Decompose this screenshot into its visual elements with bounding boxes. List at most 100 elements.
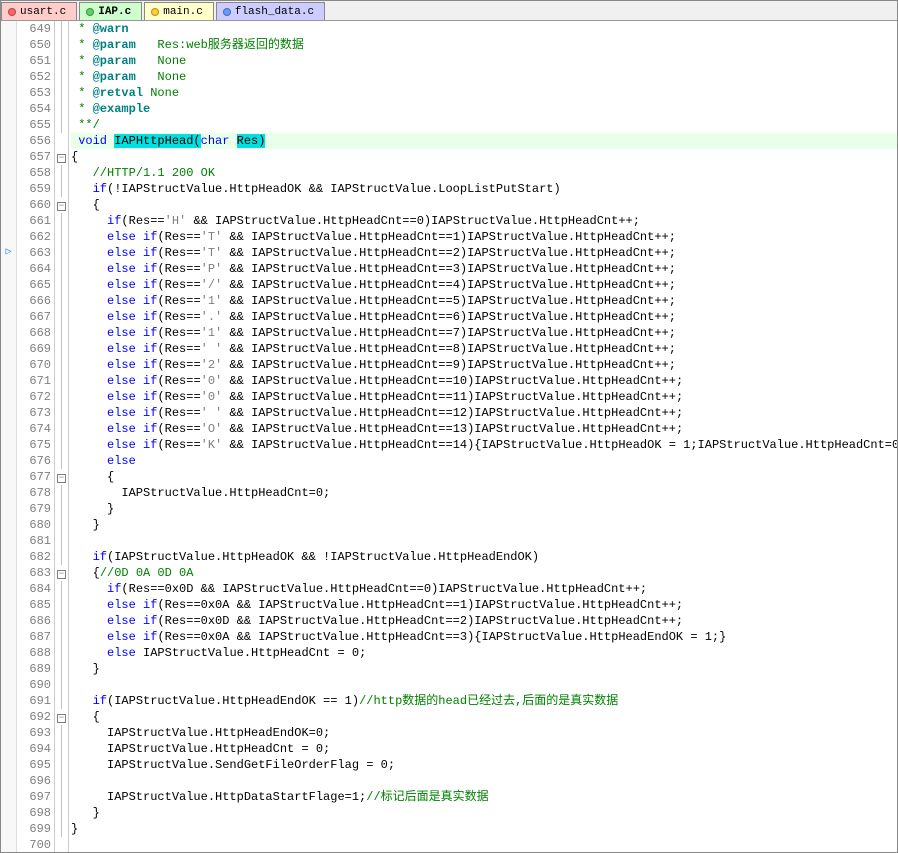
code-line[interactable]: else if(Res=='0' && IAPStructValue.HttpH… bbox=[71, 389, 897, 405]
code-line[interactable]: else if(Res=='T' && IAPStructValue.HttpH… bbox=[71, 229, 897, 245]
fold-guide bbox=[61, 341, 62, 357]
line-number: 670 bbox=[20, 357, 51, 373]
code-line[interactable]: * @retval None bbox=[71, 85, 897, 101]
breakpoint-arrow-icon[interactable]: ▷ bbox=[1, 245, 16, 261]
code-line[interactable]: else bbox=[71, 453, 897, 469]
tab-usart-c[interactable]: usart.c bbox=[1, 2, 77, 20]
code-line[interactable]: } bbox=[71, 661, 897, 677]
fold-toggle-icon[interactable]: − bbox=[57, 154, 66, 163]
line-number: 691 bbox=[20, 693, 51, 709]
tab-label: main.c bbox=[163, 6, 203, 18]
code-line[interactable]: else if(Res==0x0D && IAPStructValue.Http… bbox=[71, 613, 897, 629]
fold-guide bbox=[61, 805, 62, 821]
code-line[interactable]: if(Res=='H' && IAPStructValue.HttpHeadCn… bbox=[71, 213, 897, 229]
code-line[interactable]: else if(Res=='.' && IAPStructValue.HttpH… bbox=[71, 309, 897, 325]
line-number: 671 bbox=[20, 373, 51, 389]
code-line[interactable]: } bbox=[71, 805, 897, 821]
line-number: 665 bbox=[20, 277, 51, 293]
code-line[interactable]: {//0D 0A 0D 0A bbox=[71, 565, 897, 581]
fold-toggle-icon[interactable]: − bbox=[57, 570, 66, 579]
fold-guide bbox=[61, 245, 62, 261]
tab-main-c[interactable]: main.c bbox=[144, 2, 214, 20]
code-line[interactable]: IAPStructValue.HttpDataStartFlage=1;//标记… bbox=[71, 789, 897, 805]
code-line[interactable]: { bbox=[71, 149, 897, 165]
line-number: 684 bbox=[20, 581, 51, 597]
fold-guide bbox=[61, 821, 62, 837]
code-line[interactable]: IAPStructValue.HttpHeadCnt = 0; bbox=[71, 741, 897, 757]
code-line[interactable]: } bbox=[71, 517, 897, 533]
line-number: 699 bbox=[20, 821, 51, 837]
fold-guide bbox=[61, 501, 62, 517]
code-line[interactable]: if(IAPStructValue.HttpHeadEndOK == 1)//h… bbox=[71, 693, 897, 709]
code-line[interactable]: if(Res==0x0D && IAPStructValue.HttpHeadC… bbox=[71, 581, 897, 597]
code-line[interactable] bbox=[71, 533, 897, 549]
tab-IAP-c[interactable]: IAP.c bbox=[79, 2, 142, 20]
code-line[interactable]: * @warn bbox=[71, 21, 897, 37]
code-line[interactable]: IAPStructValue.HttpHeadCnt=0; bbox=[71, 485, 897, 501]
code-line[interactable]: else if(Res=='1' && IAPStructValue.HttpH… bbox=[71, 293, 897, 309]
code-line[interactable]: void IAPHttpHead(char Res) bbox=[71, 133, 897, 149]
line-number: 673 bbox=[20, 405, 51, 421]
code-line[interactable]: else if(Res=='K' && IAPStructValue.HttpH… bbox=[71, 437, 897, 453]
code-line[interactable]: else if(Res==' ' && IAPStructValue.HttpH… bbox=[71, 405, 897, 421]
fold-toggle-icon[interactable]: − bbox=[57, 202, 66, 211]
fold-guide bbox=[61, 581, 62, 597]
code-line[interactable]: //HTTP/1.1 200 OK bbox=[71, 165, 897, 181]
fold-guide bbox=[61, 693, 62, 709]
code-line[interactable]: else if(Res==0x0A && IAPStructValue.Http… bbox=[71, 629, 897, 645]
line-number: 660 bbox=[20, 197, 51, 213]
code-line[interactable]: { bbox=[71, 469, 897, 485]
code-line[interactable]: else IAPStructValue.HttpHeadCnt = 0; bbox=[71, 645, 897, 661]
code-line[interactable]: { bbox=[71, 709, 897, 725]
code-line[interactable] bbox=[71, 837, 897, 852]
code-line[interactable]: else if(Res=='1' && IAPStructValue.HttpH… bbox=[71, 325, 897, 341]
code-line[interactable]: * @param None bbox=[71, 69, 897, 85]
code-editor[interactable]: ▷ 64965065165265365465565665765865966066… bbox=[1, 21, 897, 852]
line-number: 656 bbox=[20, 133, 51, 149]
fold-guide bbox=[61, 789, 62, 805]
code-line[interactable]: else if(Res==' ' && IAPStructValue.HttpH… bbox=[71, 341, 897, 357]
code-line[interactable]: * @param None bbox=[71, 53, 897, 69]
code-line[interactable] bbox=[71, 677, 897, 693]
fold-toggle-icon[interactable]: − bbox=[57, 714, 66, 723]
fold-guide bbox=[61, 645, 62, 661]
line-number: 667 bbox=[20, 309, 51, 325]
line-number: 659 bbox=[20, 181, 51, 197]
line-number: 650 bbox=[20, 37, 51, 53]
line-number: 681 bbox=[20, 533, 51, 549]
code-line[interactable]: else if(Res==0x0A && IAPStructValue.Http… bbox=[71, 597, 897, 613]
line-number: 651 bbox=[20, 53, 51, 69]
code-line[interactable]: else if(Res=='2' && IAPStructValue.HttpH… bbox=[71, 357, 897, 373]
code-line[interactable]: else if(Res=='0' && IAPStructValue.HttpH… bbox=[71, 373, 897, 389]
line-number: 679 bbox=[20, 501, 51, 517]
code-line[interactable]: * @param Res:web服务器返回的数据 bbox=[71, 37, 897, 53]
code-line[interactable]: } bbox=[71, 821, 897, 837]
code-area[interactable]: * @warn * @param Res:web服务器返回的数据 * @para… bbox=[69, 21, 897, 852]
fold-column: − − − − − bbox=[55, 21, 69, 852]
code-line[interactable]: else if(Res=='T' && IAPStructValue.HttpH… bbox=[71, 245, 897, 261]
line-number: 695 bbox=[20, 757, 51, 773]
code-line[interactable]: IAPStructValue.SendGetFileOrderFlag = 0; bbox=[71, 757, 897, 773]
code-line[interactable]: else if(Res=='/' && IAPStructValue.HttpH… bbox=[71, 277, 897, 293]
line-number: 696 bbox=[20, 773, 51, 789]
line-number: 664 bbox=[20, 261, 51, 277]
code-line[interactable] bbox=[71, 773, 897, 789]
code-line[interactable]: **/ bbox=[71, 117, 897, 133]
code-line[interactable]: if(!IAPStructValue.HttpHeadOK && IAPStru… bbox=[71, 181, 897, 197]
code-line[interactable]: else if(Res=='O' && IAPStructValue.HttpH… bbox=[71, 421, 897, 437]
code-line[interactable]: if(IAPStructValue.HttpHeadOK && !IAPStru… bbox=[71, 549, 897, 565]
code-line[interactable]: * @example bbox=[71, 101, 897, 117]
fold-toggle-icon[interactable]: − bbox=[57, 474, 66, 483]
fold-guide bbox=[61, 261, 62, 277]
fold-guide bbox=[61, 757, 62, 773]
fold-guide bbox=[61, 533, 62, 549]
fold-guide bbox=[61, 405, 62, 421]
line-number: 677 bbox=[20, 469, 51, 485]
file-icon bbox=[151, 8, 159, 16]
code-line[interactable]: { bbox=[71, 197, 897, 213]
code-line[interactable]: IAPStructValue.HttpHeadEndOK=0; bbox=[71, 725, 897, 741]
code-line[interactable]: else if(Res=='P' && IAPStructValue.HttpH… bbox=[71, 261, 897, 277]
fold-guide bbox=[61, 165, 62, 181]
tab-flash_data-c[interactable]: flash_data.c bbox=[216, 2, 325, 20]
code-line[interactable]: } bbox=[71, 501, 897, 517]
